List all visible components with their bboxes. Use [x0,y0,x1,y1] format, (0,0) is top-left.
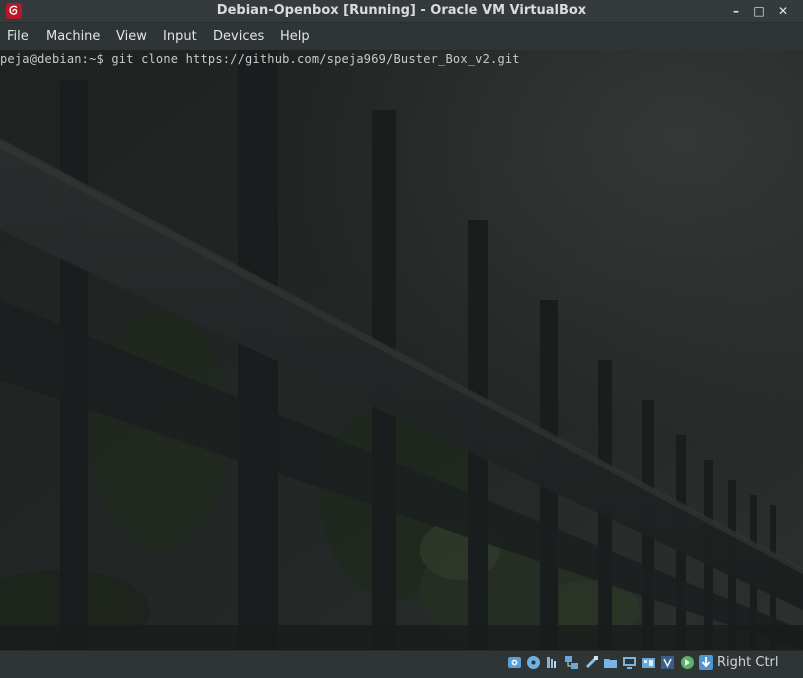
title-bar[interactable]: Debian-Openbox [Running] - Oracle VM Vir… [0,0,803,23]
usb-icon[interactable] [584,655,599,670]
audio-icon[interactable] [545,655,560,670]
menu-bar: File Machine View Input Devices Help [0,23,803,51]
mouse-integration-icon[interactable] [680,655,695,670]
terminal-command-line: peja@debian:~$ git clone https://github.… [0,52,520,66]
menu-file[interactable]: File [7,29,29,44]
menu-view[interactable]: View [116,29,147,44]
shared-folders-icon[interactable] [603,655,618,670]
desktop-wallpaper [0,50,803,650]
video-capture-icon[interactable] [641,655,656,670]
virtualbox-window: Debian-Openbox [Running] - Oracle VM Vir… [0,0,803,678]
vm-display[interactable]: peja@debian:~$ git clone https://github.… [0,50,803,650]
virtualization-icon[interactable] [660,655,675,670]
host-key-arrow-icon [699,655,713,670]
menu-input[interactable]: Input [163,29,197,44]
menu-devices[interactable]: Devices [213,29,264,44]
display-icon[interactable] [622,655,637,670]
optical-drive-icon[interactable] [526,655,541,670]
hard-disk-icon[interactable] [507,655,522,670]
minimize-button[interactable]: – [728,3,744,19]
maximize-button[interactable]: □ [751,3,767,19]
close-button[interactable]: ✕ [775,3,791,19]
menu-machine[interactable]: Machine [46,29,100,44]
window-title: Debian-Openbox [Running] - Oracle VM Vir… [216,3,587,18]
network-icon[interactable] [564,655,579,670]
host-key-label[interactable]: Right Ctrl [717,655,779,670]
menu-help[interactable]: Help [280,29,310,44]
status-bar: Right Ctrl [0,650,803,678]
